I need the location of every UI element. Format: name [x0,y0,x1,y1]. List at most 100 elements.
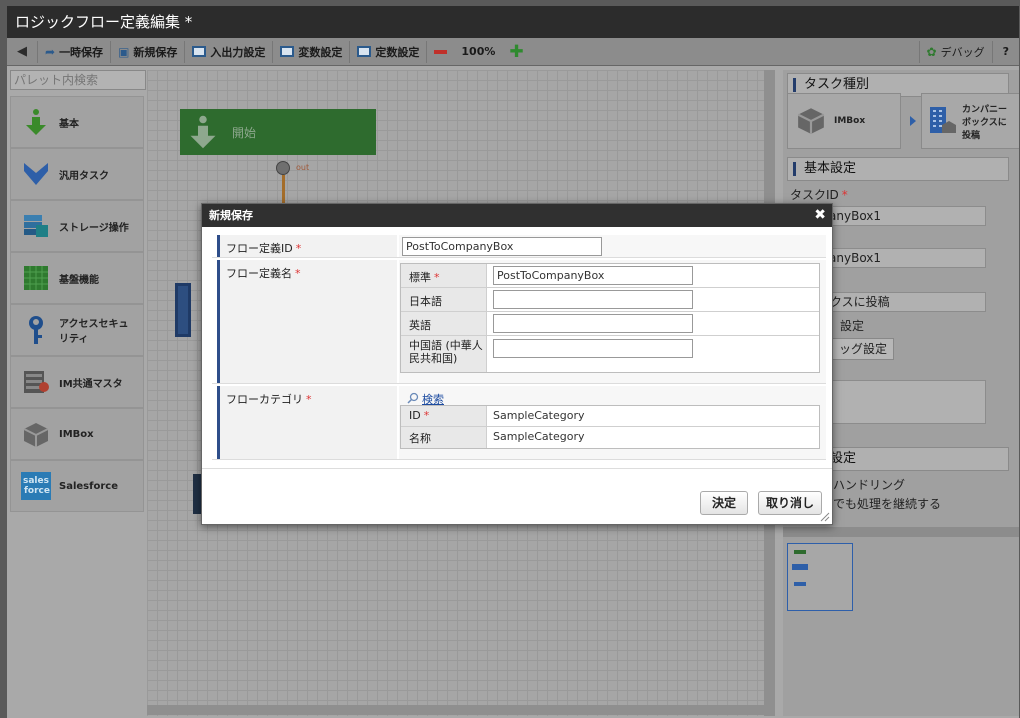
dialog-footer: 決定 取り消し [202,468,832,524]
debug-button[interactable]: ✿ デバッグ [918,40,993,63]
database-icon [21,367,51,397]
resize-grip-icon[interactable] [820,512,830,522]
task-card-label: カンパニーボックスに投稿 [962,104,1008,141]
storage-icon [21,211,51,241]
debug-label: デバッグ [940,45,985,59]
io-settings-button[interactable]: 入出力設定 [185,40,274,63]
canvas-horizontal-scrollbar[interactable] [147,705,764,715]
required-mark: * [295,242,302,255]
window-icon [357,46,372,57]
locale-label: 標準 * [401,264,487,287]
flow-name-value-cell: 標準* 日本語 英語 中国語 (中華人民共和国) [399,260,826,383]
minimap-node [794,582,806,586]
start-node[interactable]: 開始 [180,109,376,155]
palette: 基本 汎用タスク ストレージ操作 基盤機能 アクセスセキュリティ IM共通マスタ [10,96,144,716]
properties-horizontal-scrollbar[interactable] [783,527,1019,537]
arrow-down-blue-icon [21,159,51,189]
toolbar-right: ✿ デバッグ ? [918,40,1019,63]
plus-icon: ✚ [509,41,524,62]
flow-category-value-cell: 検索 ID * SampleCategory 名称 SampleCategory [399,386,826,459]
flow-id-row: フロー定義ID * [212,235,826,258]
palette-item-storage[interactable]: ストレージ操作 [10,200,144,252]
flow-name-label-text: フロー定義名 [226,267,292,280]
flow-category-row: フローカテゴリ * 検索 ID * SampleCategory 名称 Samp… [212,386,826,460]
arrow-left-icon: ◀ [17,44,27,59]
task-card-company-box[interactable]: カンパニーボックスに投稿 [921,93,1019,149]
palette-item-label: IMBox [59,428,94,440]
palette-item-label: 基盤機能 [59,274,99,286]
task-type-header-label: タスク種別 [804,77,870,92]
dialog-titlebar[interactable]: 新規保存 ✖ [202,204,832,227]
task-id-label-text: タスクID [790,188,839,202]
task-card-imbox[interactable]: IMBox [787,93,901,149]
save-icon: ➦ [45,44,56,59]
category-table: ID * SampleCategory 名称 SampleCategory [400,405,820,449]
new-save-button[interactable]: ▣ 新規保存 [111,40,186,63]
out-port[interactable] [276,161,290,175]
new-save-dialog: 新規保存 ✖ フロー定義ID* フロー定義名* 標準* [201,203,833,525]
zoom-in-button[interactable]: ✚ [502,41,530,63]
flow-name-label: フロー定義名 * [217,260,397,383]
help-button[interactable]: ? [993,41,1019,63]
palette-item-salesforce[interactable]: sales force Salesforce [10,460,144,512]
required-mark: * [306,393,312,406]
flow-id-input[interactable] [402,237,602,256]
minimap-node [794,550,806,554]
window-icon [192,46,207,57]
locale-label: 英語 [401,312,487,335]
flow-name-english-input[interactable] [493,314,693,333]
category-name-label: 名称 [401,427,487,448]
ok-button[interactable]: 決定 [700,491,748,515]
window-icon [280,46,295,57]
category-id-label-text: ID [409,409,421,422]
close-icon[interactable]: ✖ [814,204,826,227]
palette-item-label: Salesforce [59,480,118,492]
palette-item-im-common-master[interactable]: IM共通マスタ [10,356,144,408]
palette-item-access-security[interactable]: アクセスセキュリティ [10,304,144,356]
palette-item-generic-task[interactable]: 汎用タスク [10,148,144,200]
locale-row-standard: 標準 * [401,264,819,288]
temp-save-label: 一時保存 [59,45,104,59]
palette-item-imbox[interactable]: IMBox [10,408,144,460]
arrow-down-icon [21,107,51,137]
required-mark: * [841,188,848,202]
zoom-out-button[interactable] [427,41,454,63]
flow-id-label-text: フロー定義ID [226,242,293,255]
arrow-down-icon [180,109,226,155]
palette-item-label: 基本 [59,118,79,130]
palette-item-basic[interactable]: 基本 [10,96,144,148]
temp-save-button[interactable]: ➦ 一時保存 [38,40,112,63]
settings-label: 設定 [840,319,865,333]
svg-text:force: force [24,486,50,496]
category-name-value: SampleCategory [493,430,585,443]
const-settings-button[interactable]: 定数設定 [350,40,428,63]
window-title: ロジックフロー定義編集 * [7,6,1019,38]
new-save-label: 新規保存 [133,45,178,59]
debug-settings-button[interactable]: ッグ設定 [832,338,895,360]
var-settings-button[interactable]: 変数設定 [273,40,351,63]
palette-search-input[interactable] [10,70,146,90]
palette-item-label: IM共通マスタ [59,378,123,390]
cancel-button[interactable]: 取り消し [758,491,822,515]
task-node[interactable] [175,283,191,337]
minimap[interactable] [787,543,853,611]
out-port-label: out [296,163,310,172]
chevron-right-icon [910,116,916,126]
flow-category-label-text: フローカテゴリ [226,393,303,406]
locale-row-chinese: 中国語 (中華人民共和国) [401,336,819,372]
flow-name-standard-input[interactable] [493,266,693,285]
salesforce-icon: sales force [21,471,51,501]
category-row-name: 名称 SampleCategory [401,427,819,448]
required-mark: * [434,271,440,284]
back-button[interactable]: ◀ [7,40,38,63]
required-mark: * [423,409,430,422]
flow-name-locale-table: 標準* 日本語 英語 中国語 (中華人民共和国) [400,263,820,373]
key-icon [21,315,51,345]
start-node-label: 開始 [232,125,257,140]
flow-name-japanese-input[interactable] [493,290,693,309]
palette-item-platform[interactable]: 基盤機能 [10,252,144,304]
handling-label: ハンドリング [833,478,906,492]
flow-name-chinese-input[interactable] [493,339,693,358]
palette-item-label: 汎用タスク [59,170,109,182]
io-settings-label: 入出力設定 [210,45,266,59]
